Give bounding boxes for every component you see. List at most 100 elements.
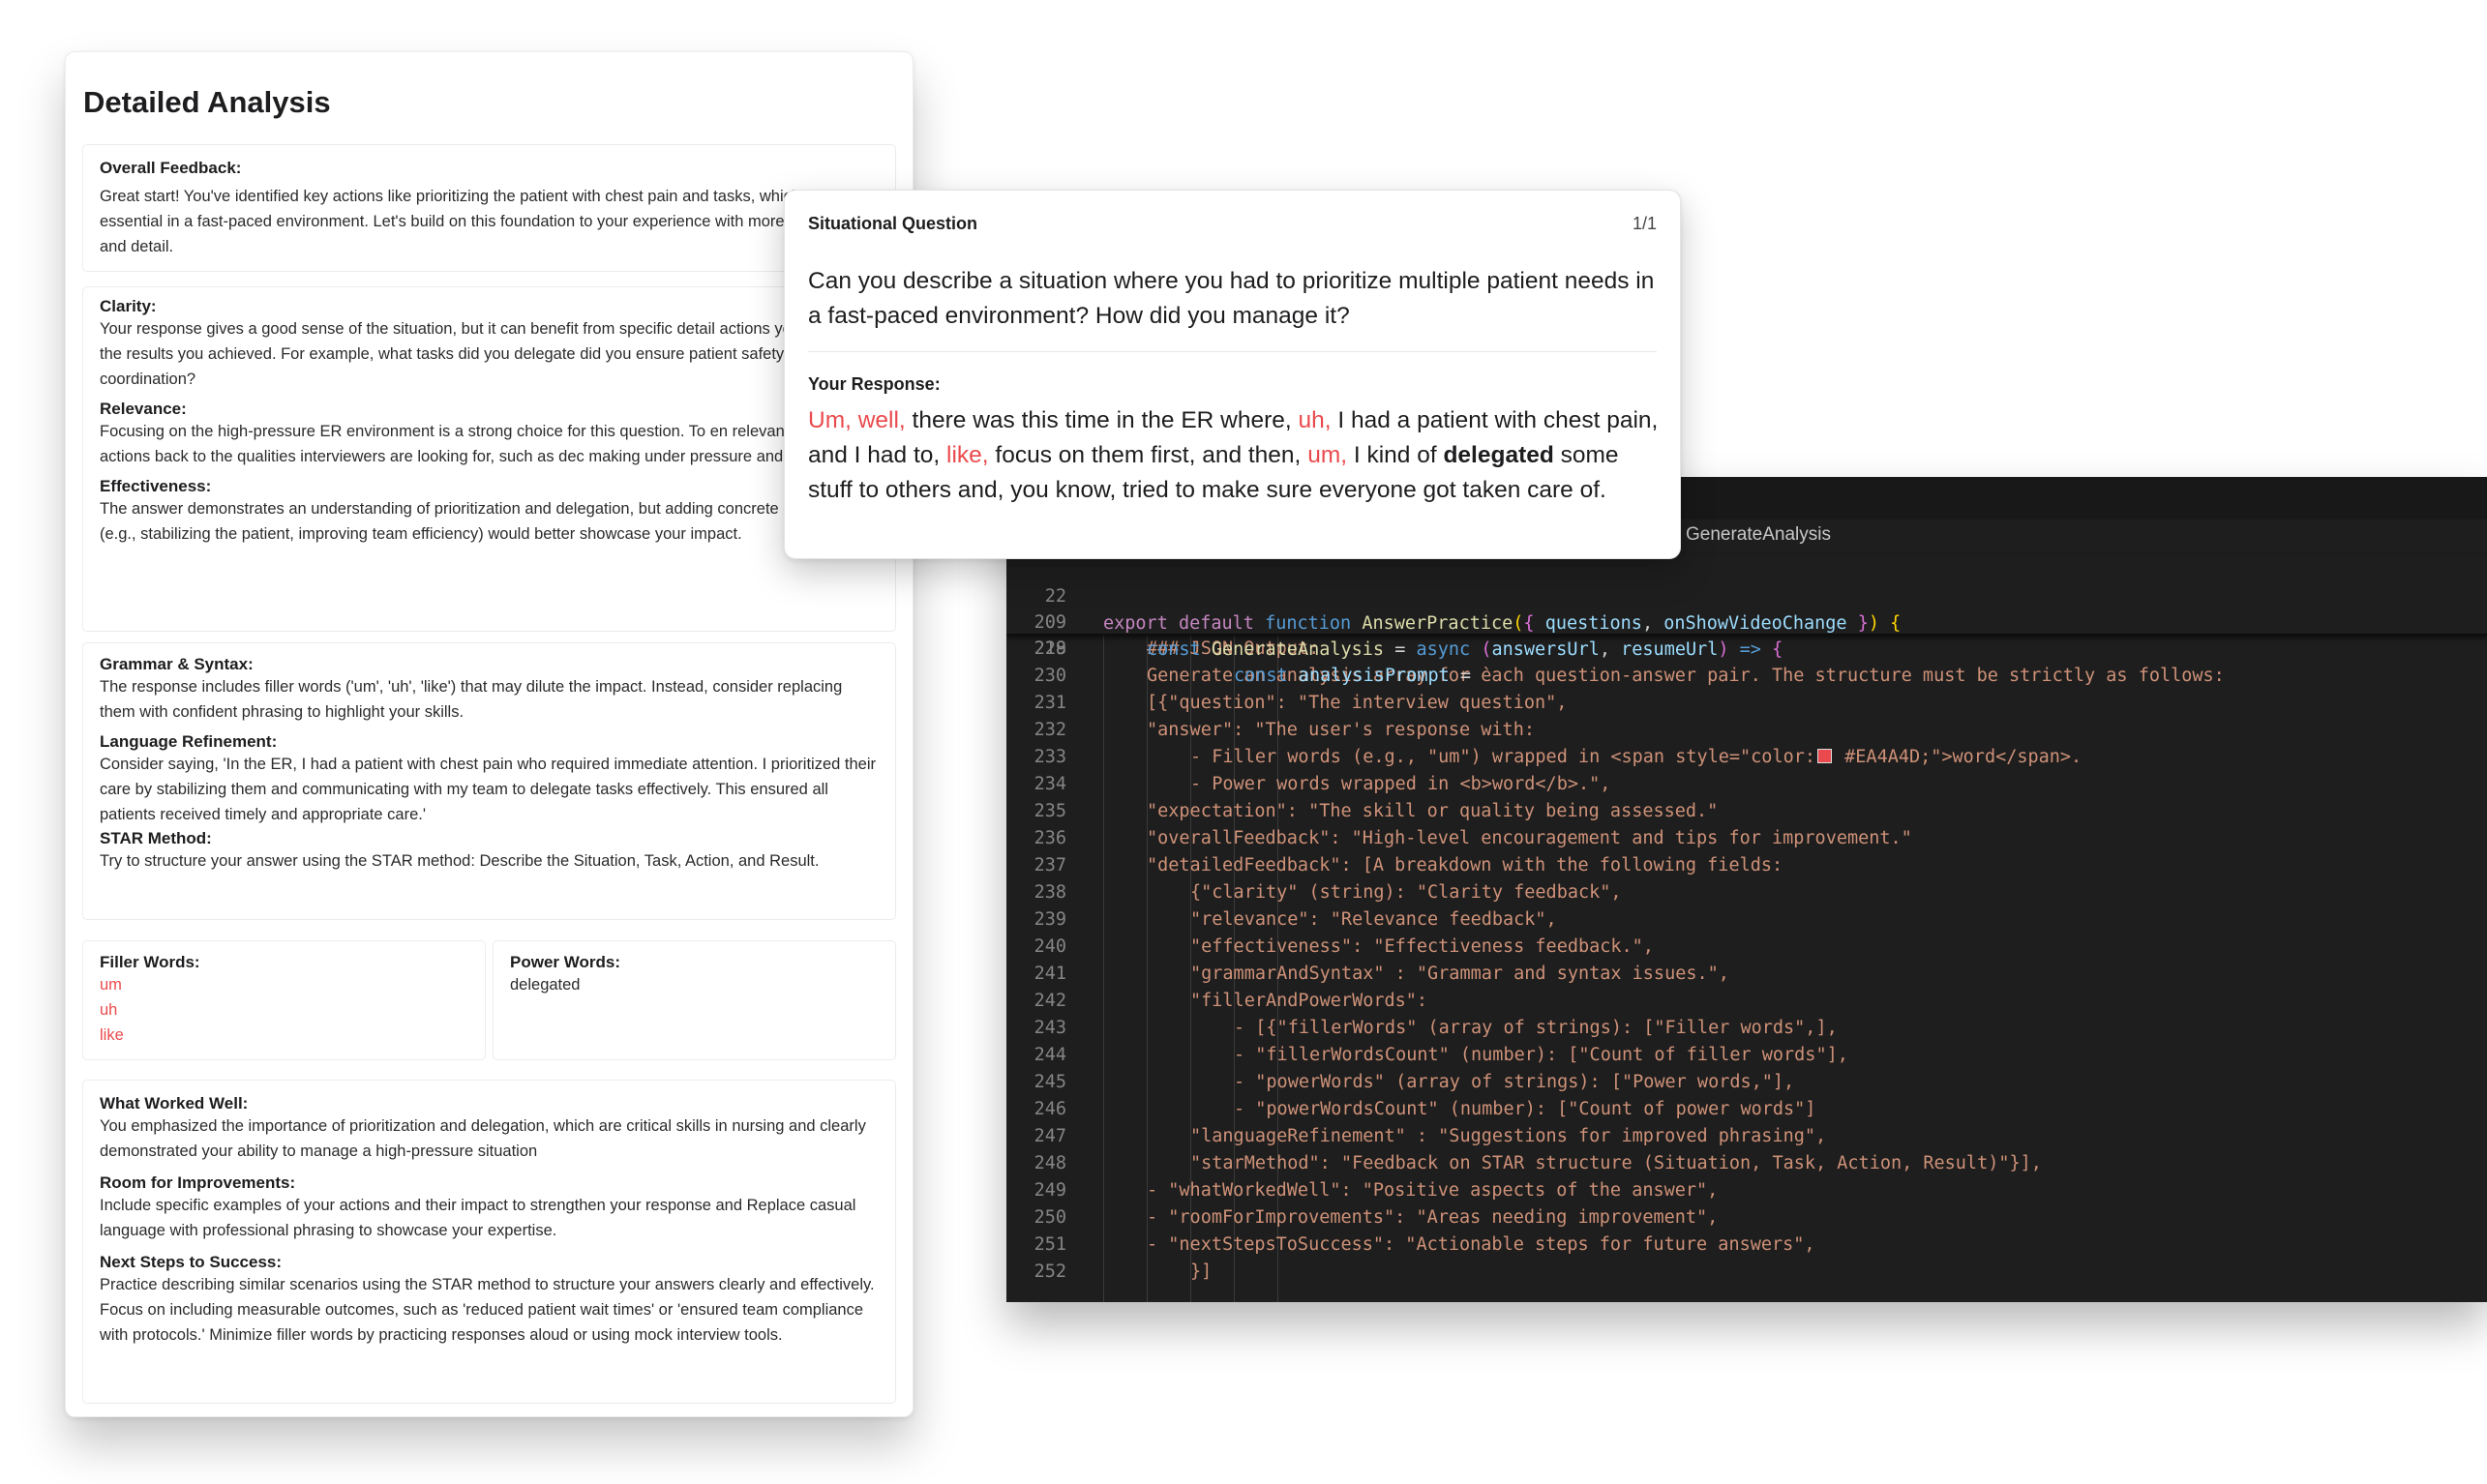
grammar-text: The response includes filler words ('um'…	[100, 678, 843, 721]
code-editor[interactable]: GenerateAnalysis 22 export default funct…	[1006, 477, 2487, 1302]
line-number: 234	[1034, 774, 1066, 794]
param: questions	[1544, 613, 1642, 634]
code-text: "fillerAndPowerWords":	[1190, 988, 1427, 1015]
code-text: "expectation": "The skill or quality bei…	[1147, 798, 1718, 825]
filler-word-item: like	[100, 1026, 124, 1044]
param: answersUrl	[1491, 639, 1600, 660]
overall-feedback-section: Overall Feedback: Great start! You've id…	[82, 144, 896, 272]
line-number: 245	[1034, 1072, 1066, 1092]
breadcrumb-symbol[interactable]: GenerateAnalysis	[1686, 524, 1831, 546]
line-number: 241	[1034, 964, 1066, 984]
clarity-text: Your response gives a good sense of the …	[100, 320, 866, 388]
response-text: Um, well, there was this time in the ER …	[808, 403, 1660, 508]
improvements-text: Include specific examples of your action…	[100, 1197, 856, 1239]
code-text: - Power words wrapped in <b>word</b>.",	[1190, 771, 1610, 798]
code-text: - "nextStepsToSuccess": "Actionable step…	[1147, 1232, 1815, 1259]
summary-section: What Worked Well: You emphasized the imp…	[82, 1080, 896, 1404]
criteria-section: Clarity: Your response gives a good sens…	[82, 286, 896, 632]
code-text: - "whatWorkedWell": "Positive aspects of…	[1147, 1177, 1718, 1204]
filler-word-highlight: Um, well,	[808, 407, 906, 433]
filler-words-heading: Filler Words:	[100, 953, 200, 971]
line-number: 236	[1034, 828, 1066, 848]
code-text: - "roomForImprovements": "Areas needing …	[1147, 1204, 1718, 1232]
filler-word-highlight: um,	[1307, 442, 1348, 468]
response-segment: focus on them first, and then,	[988, 442, 1308, 468]
response-label: Your Response:	[808, 374, 941, 394]
line-number: 233	[1034, 747, 1066, 767]
code-text: "starMethod": "Feedback on STAR structur…	[1190, 1150, 2042, 1177]
line-number: 252	[1034, 1261, 1066, 1282]
code-string: [{"question": "The interview question",	[1147, 693, 1568, 713]
code-string: "expectation": "The skill or quality bei…	[1147, 801, 1719, 821]
code-text: - "fillerWordsCount" (number): ["Count o…	[1234, 1042, 1848, 1069]
effectiveness-text: The answer demonstrates an understanding…	[100, 500, 853, 543]
language-refinement-text: Consider saying, 'In the ER, I had a pat…	[100, 756, 876, 823]
line-number: 246	[1034, 1099, 1066, 1119]
code-text: {"clarity" (string): "Clarity feedback",	[1190, 879, 1622, 906]
code-string: - "powerWordsCount" (number): ["Count of…	[1234, 1099, 1816, 1119]
filler-word-highlight: like,	[946, 442, 989, 468]
code-string: "answer": "The user's response with:	[1147, 720, 1535, 740]
code-string: - [{"fillerWords" (array of strings): ["…	[1234, 1018, 1838, 1038]
worked-well-heading: What Worked Well:	[100, 1094, 249, 1113]
color-swatch-icon[interactable]	[1817, 749, 1833, 763]
code-string: }]	[1190, 1261, 1213, 1282]
keyword: default	[1178, 613, 1254, 634]
line-number: 249	[1034, 1180, 1066, 1201]
sticky-scroll-header: 22 export default function AnswerPractic…	[1006, 556, 2487, 686]
power-words-heading: Power Words:	[510, 953, 620, 971]
keyword: export	[1103, 613, 1168, 634]
line-number: 232	[1034, 720, 1066, 740]
function-name: GenerateAnalysis	[1211, 639, 1385, 660]
star-method-heading: STAR Method:	[100, 829, 212, 847]
line-number: 237	[1034, 855, 1066, 876]
filler-words-section: Filler Words: um uh like	[82, 940, 486, 1060]
power-words-section: Power Words: delegated	[493, 940, 896, 1060]
line-number: 248	[1034, 1153, 1066, 1173]
code-line: 209 const GenerateAnalysis = async (answ…	[1006, 582, 1783, 660]
line-number: 239	[1034, 909, 1066, 930]
filler-word-item: uh	[100, 1001, 118, 1019]
code-text: "answer": "The user's response with:	[1147, 717, 1535, 744]
code-string: "effectiveness": "Effectiveness feedback…	[1190, 936, 1654, 957]
code-string: "detailedFeedback": [A breakdown with th…	[1147, 855, 1783, 876]
code-text: const GenerateAnalysis = async (answersU…	[1147, 639, 1783, 660]
code-text: "grammarAndSyntax" : "Grammar and syntax…	[1190, 961, 1729, 988]
code-text: "overallFeedback": "High-level encourage…	[1147, 825, 1912, 852]
keyword: const	[1234, 666, 1288, 686]
overall-feedback-heading: Overall Feedback:	[100, 159, 242, 177]
question-counter: 1/1	[1632, 214, 1657, 233]
code-string: {"clarity" (string): "Clarity feedback",	[1190, 882, 1622, 903]
effectiveness-heading: Effectiveness:	[100, 477, 212, 495]
question-label: Situational Question	[808, 214, 978, 233]
analysis-title: Detailed Analysis	[83, 85, 331, 119]
line-number: 251	[1034, 1234, 1066, 1255]
improvements-heading: Room for Improvements:	[100, 1173, 296, 1192]
language-refinement-heading: Language Refinement:	[100, 732, 278, 751]
code-text: - [{"fillerWords" (array of strings): ["…	[1234, 1015, 1838, 1042]
param: resumeUrl	[1621, 639, 1719, 660]
language-section: Grammar & Syntax: The response includes …	[82, 642, 896, 920]
line-number: 243	[1034, 1018, 1066, 1038]
code-string: - "roomForImprovements": "Areas needing …	[1147, 1207, 1719, 1228]
code-body[interactable]: 229 ### JSON Output: 230 Generate an analys…	[1006, 636, 2487, 1302]
code-string: - Power words wrapped in <b>word</b>.",	[1190, 774, 1611, 794]
power-word-item: delegated	[510, 976, 581, 994]
code-text: "languageRefinement" : "Suggestions for …	[1190, 1123, 1826, 1150]
code-text: const analysisPrompt = `	[1234, 666, 1493, 686]
relevance-text: Focusing on the high-pressure ER environ…	[100, 423, 863, 465]
situational-question-card: Situational Question 1/1 Can you describ…	[784, 190, 1681, 559]
code-text: export default function AnswerPractice({…	[1103, 613, 1902, 634]
code-string: "grammarAndSyntax" : "Grammar and syntax…	[1190, 964, 1729, 984]
question-text: Can you describe a situation where you h…	[808, 268, 1655, 329]
star-method-text: Try to structure your answer using the S…	[100, 852, 820, 870]
line-number: 235	[1034, 801, 1066, 821]
next-steps-text: Practice describing similar scenarios us…	[100, 1276, 875, 1344]
indent-guide	[1103, 636, 1104, 1302]
code-string: - "powerWords" (array of strings): ["Pow…	[1234, 1072, 1795, 1092]
code-string: "fillerAndPowerWords":	[1190, 991, 1428, 1011]
line-number: 250	[1034, 1207, 1066, 1228]
line-number: 244	[1034, 1045, 1066, 1065]
code-text: - "powerWordsCount" (number): ["Count of…	[1234, 1096, 1815, 1123]
line-number: 218	[1034, 638, 1066, 659]
